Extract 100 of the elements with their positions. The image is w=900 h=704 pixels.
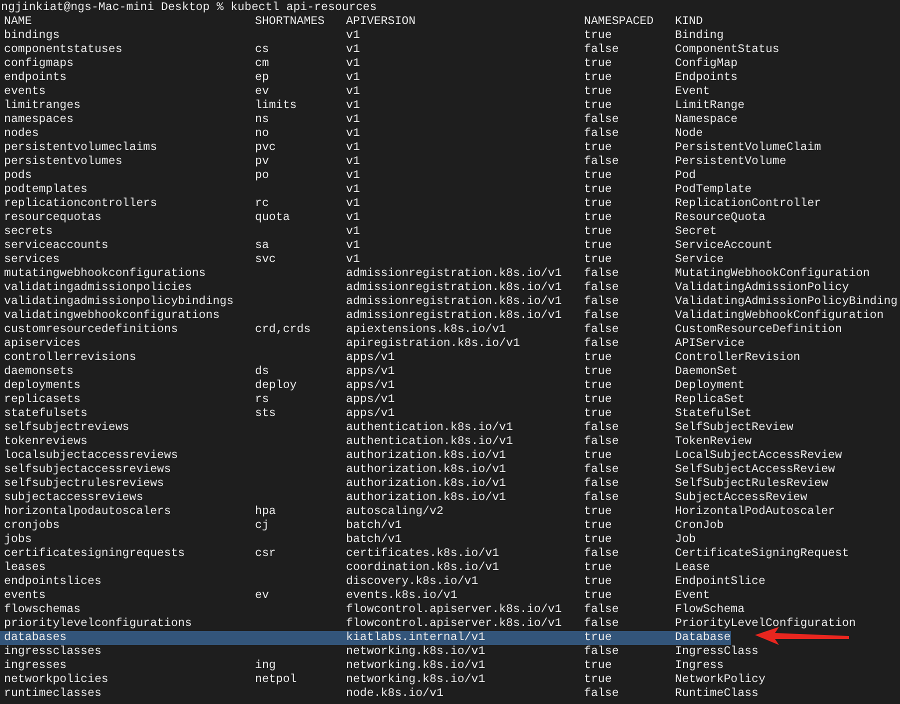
table-cell: prioritylevelconfigurations [4, 617, 192, 630]
table-cell: false [584, 127, 619, 140]
table-cell: databases [4, 631, 67, 644]
table-cell: endpointslices [4, 575, 102, 588]
table-cell: Binding [675, 29, 724, 42]
table-cell: true [584, 393, 612, 406]
table-cell: apiservices [4, 337, 81, 350]
table-cell: crd,crds [255, 323, 311, 336]
table-cell: subjectaccessreviews [4, 491, 144, 504]
table-cell: CertificateSigningRequest [675, 547, 849, 560]
table-cell: true [584, 365, 612, 378]
table-cell: coordination.k8s.io/v1 [346, 561, 500, 574]
table-cell: true [584, 449, 612, 462]
table-cell: true [584, 379, 612, 392]
table-cell: services [4, 253, 60, 266]
table-cell: NetworkPolicy [675, 673, 766, 686]
table-cell: true [584, 57, 612, 70]
table-cell: validatingadmissionpolicies [4, 281, 192, 294]
table-cell: v1 [346, 169, 360, 182]
table-cell: ValidatingAdmissionPolicy [675, 281, 849, 294]
table-cell: true [584, 225, 612, 238]
table-cell: netpol [255, 673, 297, 686]
table-cell: controllerrevisions [4, 351, 136, 364]
table-cell: componentstatuses [4, 43, 122, 56]
table-cell: false [584, 155, 619, 168]
table-cell: cs [255, 43, 269, 56]
table-cell: certificates.k8s.io/v1 [346, 547, 500, 560]
table-cell: ds [255, 365, 269, 378]
table-cell: ing [255, 659, 276, 672]
table-cell: ServiceAccount [675, 239, 772, 252]
table-cell: authorization.k8s.io/v1 [346, 463, 506, 476]
table-cell: pvc [255, 141, 276, 154]
table-cell: nodes [4, 127, 39, 140]
table-cell: v1 [346, 71, 360, 84]
table-cell: ConfigMap [675, 57, 738, 70]
table-cell: v1 [346, 113, 360, 126]
table-cell: authorization.k8s.io/v1 [346, 477, 506, 490]
table-cell: TokenReview [675, 435, 752, 448]
table-cell: true [584, 141, 612, 154]
table-cell: authentication.k8s.io/v1 [346, 421, 513, 434]
table-cell: CustomResourceDefinition [675, 323, 842, 336]
table-cell: false [584, 463, 619, 476]
table-cell: v1 [346, 225, 360, 238]
table-cell: v1 [346, 127, 360, 140]
table-cell: Ingress [675, 659, 724, 672]
table-cell: Job [675, 533, 696, 546]
table-cell: ComponentStatus [675, 43, 780, 56]
table-cell: events [4, 85, 46, 98]
table-cell: false [584, 687, 619, 700]
table-cell: admissionregistration.k8s.io/v1 [346, 281, 562, 294]
table-cell: true [584, 99, 612, 112]
table-cell: SelfSubjectReview [675, 421, 794, 434]
table-cell: true [584, 183, 612, 196]
table-cell: batch/v1 [346, 519, 402, 532]
table-cell: selfsubjectreviews [4, 421, 130, 434]
table-cell: false [584, 113, 619, 126]
table-cell: flowcontrol.apiserver.k8s.io/v1 [346, 617, 562, 630]
table-cell: events.k8s.io/v1 [346, 589, 458, 602]
table-cell: cm [255, 57, 269, 70]
table-cell: ns [255, 113, 269, 126]
table-cell: authorization.k8s.io/v1 [346, 449, 506, 462]
table-cell: CronJob [675, 519, 724, 532]
table-cell: po [255, 169, 269, 182]
table-cell: true [584, 211, 612, 224]
table-cell: IngressClass [675, 645, 758, 658]
column-header: SHORTNAMES [255, 15, 325, 28]
table-cell: false [584, 309, 619, 322]
table-cell: Namespace [675, 113, 738, 126]
table-cell: true [584, 253, 612, 266]
table-cell: discovery.k8s.io/v1 [346, 575, 478, 588]
table-cell: secrets [4, 225, 53, 238]
table-cell: statefulsets [4, 407, 88, 420]
table-cell: v1 [346, 183, 360, 196]
table-cell: StatefulSet [675, 407, 752, 420]
table-cell: false [584, 421, 619, 434]
table-cell: autoscaling/v2 [346, 505, 444, 518]
table-cell: replicasets [4, 393, 81, 406]
table-cell: pods [4, 169, 32, 182]
table-cell: selfsubjectaccessreviews [4, 463, 171, 476]
table-cell: horizontalpodautoscalers [4, 505, 171, 518]
table-cell: events [4, 589, 46, 602]
table-cell: validatingwebhookconfigurations [4, 309, 220, 322]
table-cell: networking.k8s.io/v1 [346, 673, 486, 686]
table-cell: false [584, 547, 619, 560]
table-cell: Event [675, 85, 710, 98]
table-cell: jobs [4, 533, 32, 546]
table-cell: ev [255, 85, 269, 98]
table-cell: rs [255, 393, 269, 406]
table-cell: Service [675, 253, 724, 266]
table-cell: persistentvolumeclaims [4, 141, 158, 154]
command-prompt: ngjinkiat@ngs-Mac-mini Desktop % kubectl api-resources [1, 1, 377, 15]
table-cell: false [584, 281, 619, 294]
table-cell: Secret [675, 225, 717, 238]
table-cell: false [584, 603, 619, 616]
table-cell: hpa [255, 505, 276, 518]
table-cell: v1 [346, 29, 360, 42]
table-cell: true [584, 533, 612, 546]
table-cell: MutatingWebhookConfiguration [675, 267, 870, 280]
table-cell: apiextensions.k8s.io/v1 [346, 323, 506, 336]
table-cell: no [255, 127, 269, 140]
